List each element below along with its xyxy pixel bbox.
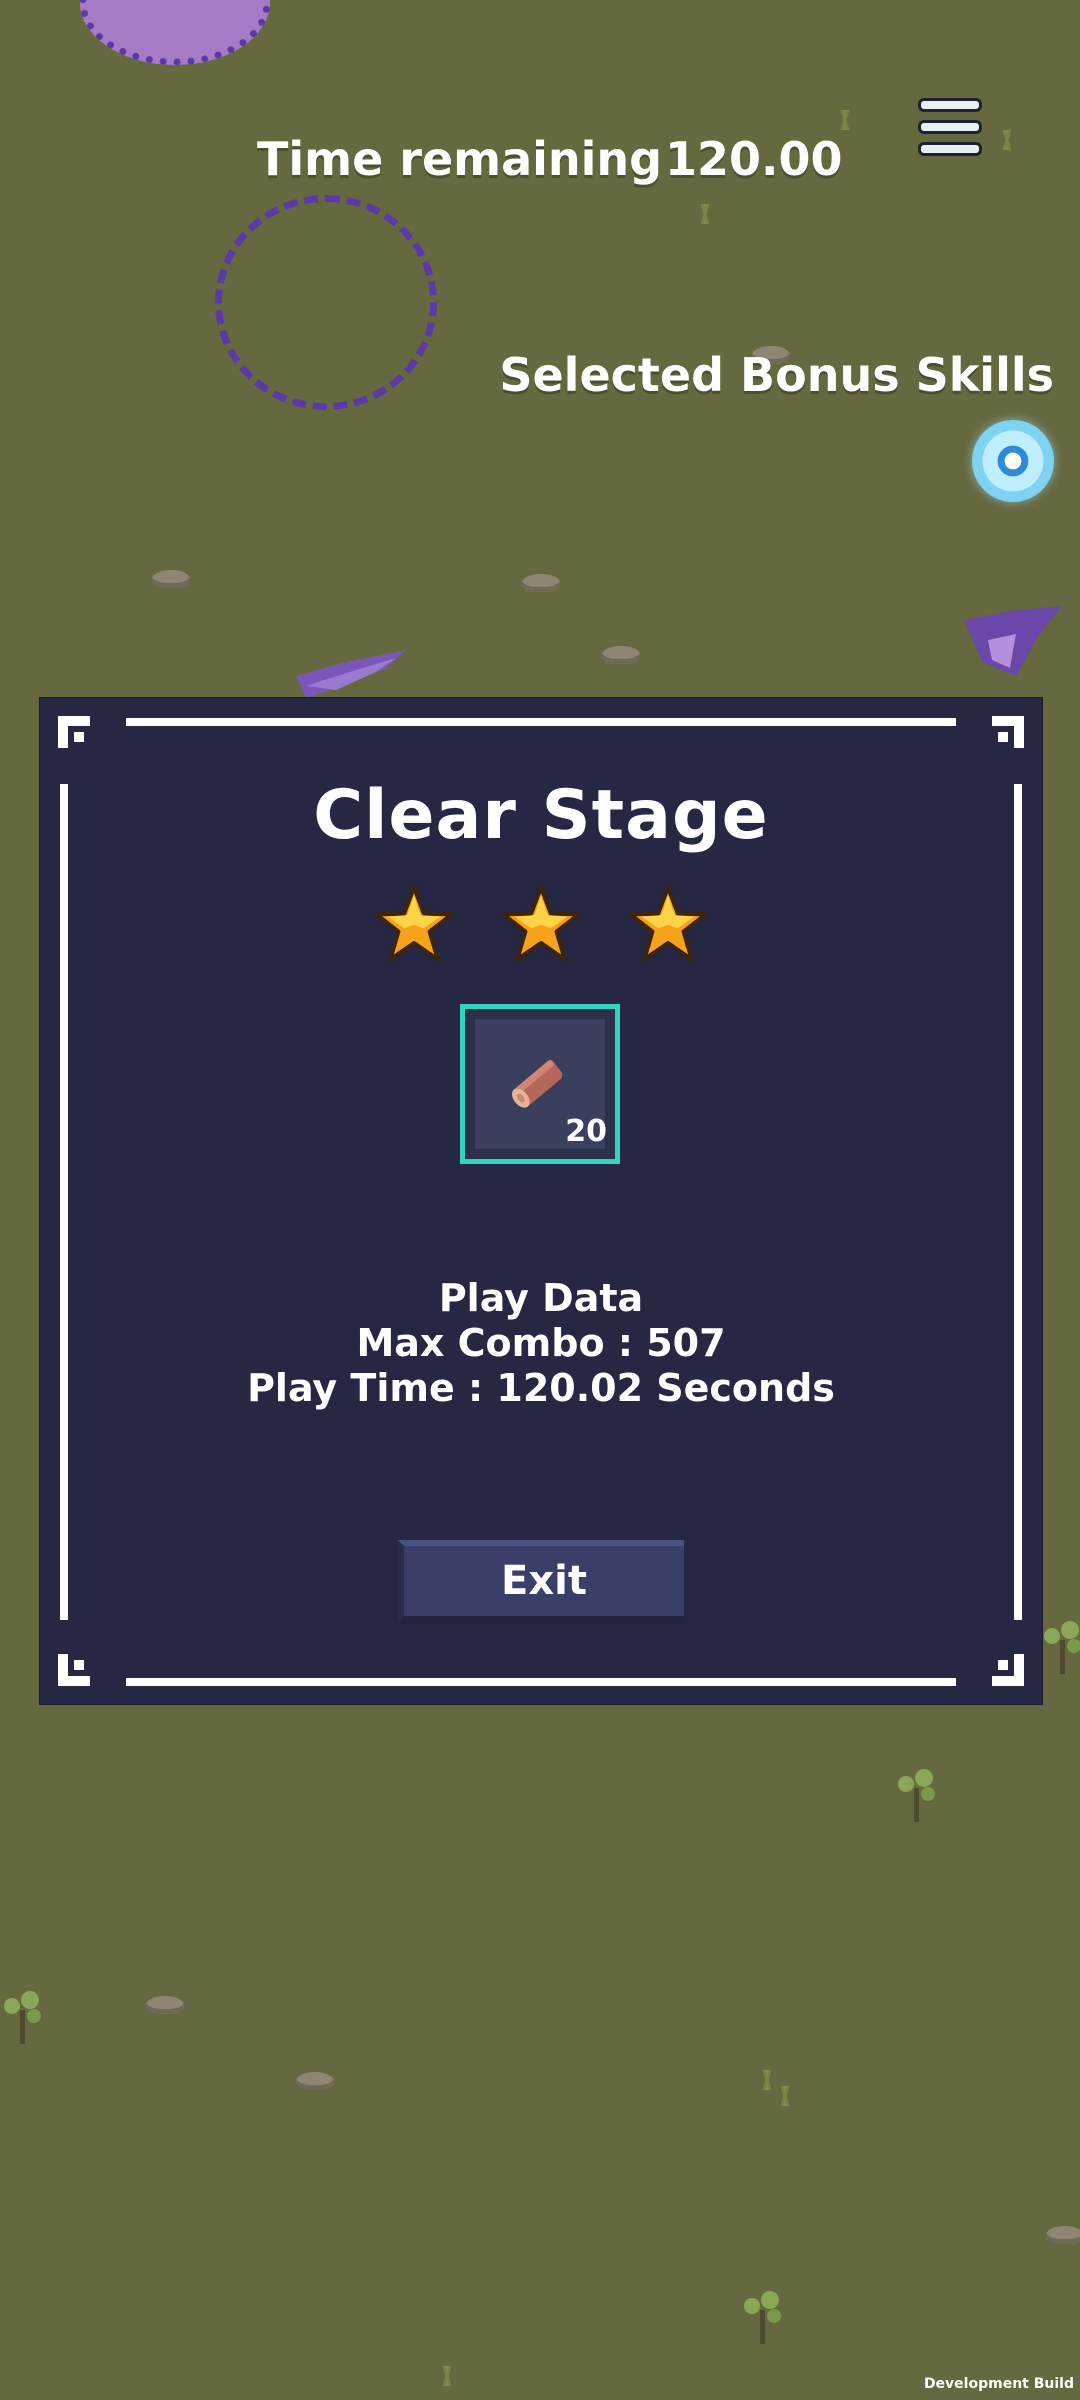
- grass-tuft: [690, 204, 720, 224]
- shrub: [744, 2291, 781, 2344]
- play-data-heading: Play Data: [438, 1276, 644, 1320]
- rock: [152, 570, 190, 588]
- reward-item-count: 20: [565, 1114, 607, 1149]
- enemy-blob: [80, 0, 270, 65]
- frame-bottom: [126, 1678, 956, 1686]
- star-icon: [374, 885, 454, 962]
- rock: [522, 574, 560, 592]
- play-data-section: Play Data Max Combo : 507 Play Time : 12…: [40, 1276, 1042, 1411]
- purple-crystal: [964, 606, 1062, 676]
- rock: [146, 1996, 184, 2014]
- reward-item-slot[interactable]: 20: [460, 1004, 620, 1164]
- corner-ornament: [58, 716, 90, 748]
- shrub: [4, 1991, 41, 2044]
- hamburger-menu-icon[interactable]: [918, 98, 984, 158]
- time-remaining-label: Time remaining: [257, 132, 663, 186]
- time-remaining-value: 120.00: [665, 132, 843, 186]
- rock: [602, 646, 640, 664]
- attack-ring: [215, 195, 437, 410]
- grass-tuft: [830, 110, 860, 130]
- grass-tuft: [992, 130, 1022, 150]
- play-time-text: Play Time : 120.02 Seconds: [247, 1366, 835, 1410]
- grass-tuft: [770, 2086, 800, 2106]
- shrub: [898, 1769, 935, 1822]
- corner-ornament: [992, 716, 1024, 748]
- clear-stage-dialog: Clear Stage 20 Play Data Max Combo: 507…: [40, 698, 1042, 1704]
- grass-tuft: [432, 2366, 462, 2386]
- star-rating: [40, 884, 1042, 970]
- eye-orb-icon[interactable]: [972, 420, 1054, 502]
- corner-ornament: [992, 1654, 1024, 1686]
- star-icon: [628, 885, 708, 962]
- dialog-title: Clear Stage: [313, 776, 769, 855]
- shrub: [1044, 1621, 1080, 1674]
- selected-bonus-skills-label: Selected Bonus Skills: [499, 348, 1054, 402]
- corner-ornament: [58, 1654, 90, 1686]
- max-combo-text: Max Combo : 507: [356, 1321, 726, 1365]
- purple-crystal: [296, 650, 406, 698]
- rock: [1046, 2226, 1080, 2244]
- exit-button[interactable]: Exit: [398, 1540, 684, 1624]
- rock: [296, 2072, 334, 2090]
- wood-log-icon: [511, 1060, 563, 1108]
- star-icon: [501, 885, 581, 962]
- development-build-label: Development Build: [923, 2376, 1074, 2392]
- frame-top: [126, 718, 956, 726]
